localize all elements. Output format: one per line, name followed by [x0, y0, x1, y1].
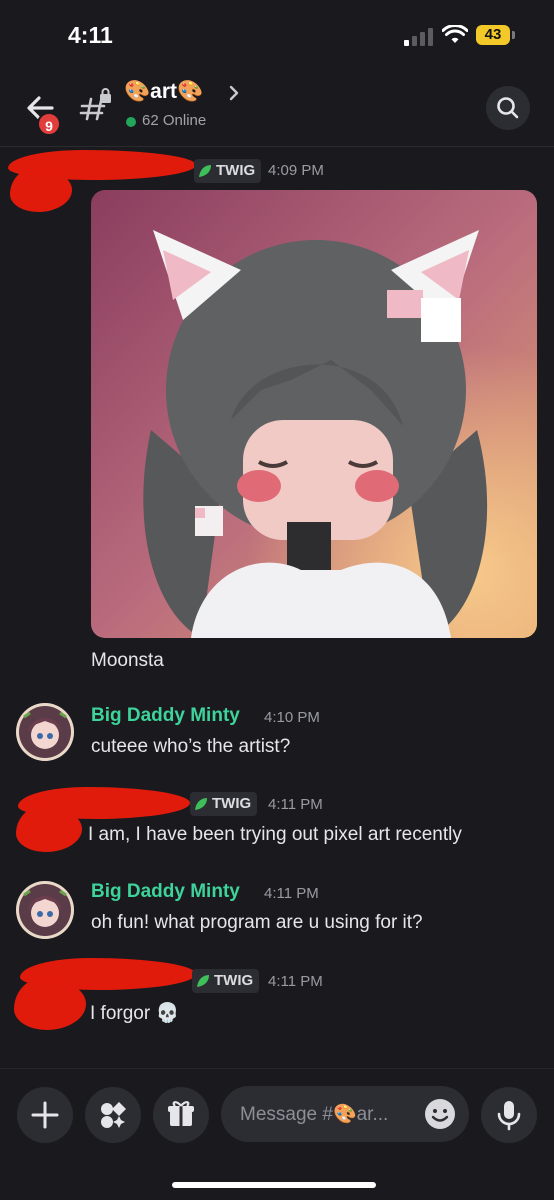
channel-header: 9 🎨art🎨 62 Online — [0, 70, 554, 147]
message-text: cuteee who’s the artist? — [91, 736, 291, 757]
image-attachment[interactable] — [91, 190, 537, 638]
online-count: 62 Online — [142, 112, 207, 129]
message-timestamp: 4:09 PM — [268, 162, 324, 179]
message-text: Moonsta — [91, 650, 164, 671]
microphone-icon — [497, 1101, 521, 1131]
redacted-avatar — [10, 168, 72, 212]
chevron-right-icon[interactable] — [228, 84, 240, 102]
emoji-button[interactable] — [423, 1097, 457, 1131]
unread-badge: 9 — [37, 112, 61, 136]
channel-hash-lock-icon — [79, 88, 111, 121]
redacted-avatar — [16, 806, 82, 852]
message-composer: Message #🎨ar... — [0, 1068, 554, 1200]
cellular-signal-icon — [404, 28, 434, 46]
battery-tip — [512, 31, 515, 39]
search-button[interactable] — [486, 86, 530, 130]
server-tag: TWIG — [194, 159, 262, 183]
avatar-image — [16, 881, 74, 939]
message-text: oh fun! what program are u using for it? — [91, 912, 423, 933]
message-timestamp: 4:10 PM — [264, 709, 320, 726]
message-timestamp: 4:11 PM — [264, 885, 319, 902]
gift-icon — [168, 1101, 194, 1126]
home-indicator — [172, 1182, 376, 1188]
online-status-dot — [126, 117, 136, 127]
username[interactable]: Big Daddy Minty — [91, 705, 240, 727]
server-tag: TWIG — [190, 792, 258, 816]
message-text: I am, I have been trying out pixel art r… — [88, 824, 462, 845]
status-bar: 4:11 43 — [0, 0, 554, 70]
wifi-icon — [442, 25, 468, 43]
avatar[interactable] — [16, 703, 74, 761]
redacted-avatar — [14, 978, 86, 1030]
message-input-placeholder: Message #🎨ar... — [240, 1104, 389, 1125]
pixel-art-image — [91, 190, 537, 638]
message-text: I forgor 💀 — [90, 1003, 180, 1024]
add-button[interactable] — [17, 1087, 73, 1143]
channel-name[interactable]: 🎨art🎨 — [124, 80, 203, 104]
message-timestamp: 4:11 PM — [268, 796, 323, 813]
voice-message-button[interactable] — [481, 1087, 537, 1143]
emoji-icon — [425, 1099, 455, 1129]
avatar-image — [16, 703, 74, 761]
server-tag: TWIG — [192, 969, 260, 993]
message-timestamp: 4:11 PM — [268, 973, 323, 990]
leaf-icon — [195, 798, 207, 810]
leaf-icon — [199, 165, 211, 177]
apps-icon — [101, 1102, 126, 1128]
leaf-icon — [197, 975, 209, 987]
plus-icon — [31, 1101, 59, 1129]
avatar[interactable] — [16, 881, 74, 939]
gift-button[interactable] — [153, 1087, 209, 1143]
search-icon — [497, 97, 519, 119]
status-time: 4:11 — [68, 22, 113, 48]
message-input[interactable]: Message #🎨ar... — [221, 1086, 469, 1142]
username[interactable]: Big Daddy Minty — [91, 881, 240, 903]
apps-button[interactable] — [85, 1087, 141, 1143]
battery-indicator: 43 — [476, 25, 510, 45]
